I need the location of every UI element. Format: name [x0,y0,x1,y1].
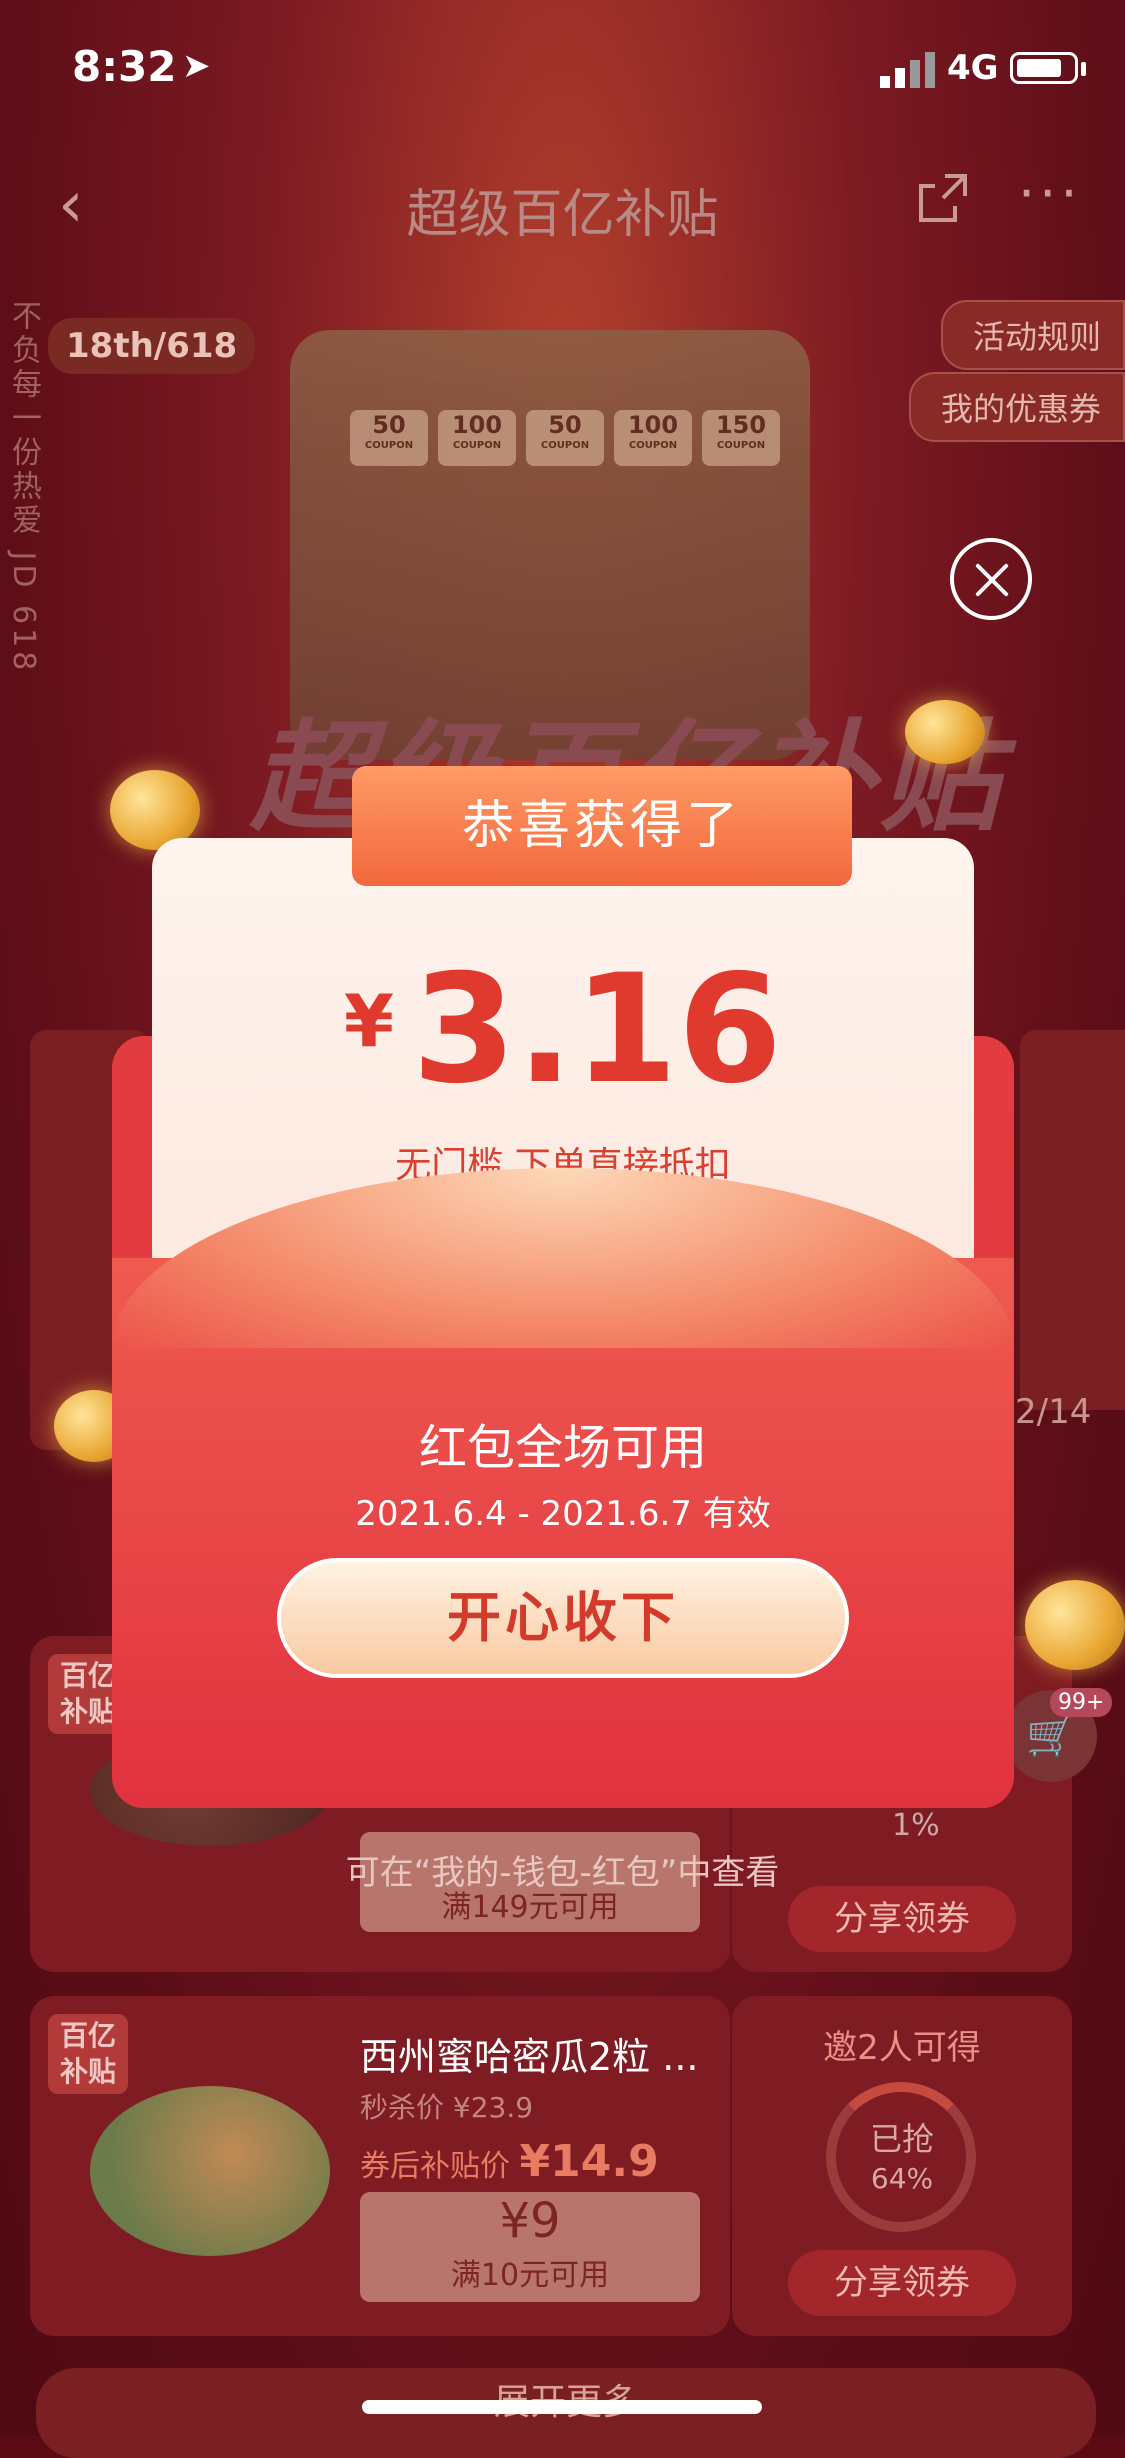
coin-decoration [1025,1580,1125,1670]
cart-badge: 99+ [1050,1688,1113,1717]
validity-date: 2021.6.4 - 2021.6.7 有效 [355,1494,771,1534]
wallet-hint: 可在“我的-钱包-红包”中查看 [345,1853,780,1893]
carousel-pager: 2/14 [1015,1392,1092,1432]
location-arrow-icon: ➤ [182,46,211,86]
network-type: 4G [947,48,999,88]
seckill-price: 秒杀价 ¥23.9 [360,2091,534,2124]
home-indicator [362,2400,762,2414]
product-card[interactable]: 百亿补贴 西州蜜哈密瓜2粒 ... 秒杀价 ¥23.9 券后补贴价 ¥14.9 … [30,1996,730,2336]
red-envelope: 红包全场可用 2021.6.4 - 2021.6.7 有效 开心收下 [112,1168,1014,1808]
voucher: ¥9 满10元可用 [360,2192,700,2302]
status-bar: 8:32 ➤ 4G [0,0,1125,140]
battery-icon [1010,52,1078,84]
carousel-next-card [1020,1030,1125,1410]
currency-symbol: ¥ [343,979,394,1063]
invite-text: 邀2人可得 [823,2028,981,2068]
after-coupon-price: 券后补贴价 ¥14.9 [360,2136,659,2187]
reward-amount: ¥3.16 [152,943,974,1117]
red-packet-modal: 恭喜获得了 ¥3.16 无门槛 下单直接抵扣 红包全场可用 2021.6.4 -… [112,766,1014,1808]
share-coupon-button[interactable]: 分享领券 [788,1886,1016,1952]
envelope-title: 红包全场可用 [418,1420,707,1476]
battery-tip [1081,62,1086,76]
amount-value: 3.16 [412,943,783,1117]
coupon-slot: 50 COUPON [526,410,604,466]
coupon-slot: 100 COUPON [614,410,692,466]
coupon-slot: 50 COUPON [350,410,428,466]
rules-button[interactable]: 活动规则 [940,300,1125,370]
product-image [90,2086,330,2256]
subsidy-badge: 百亿补贴 [48,2014,128,2094]
coupon-slot: 100 COUPON [438,410,516,466]
coupon-slot: 150 COUPON [702,410,780,466]
grabbed-percent: 64% [870,2162,934,2195]
my-coupons-button[interactable]: 我的优惠券 [908,372,1125,442]
share-icon[interactable] [915,170,971,226]
share-coupon-button[interactable]: 分享领券 [788,2250,1016,2316]
congrats-ribbon: 恭喜获得了 [352,766,852,886]
signal-icon [880,52,935,88]
progress-percent: 1% [892,1808,940,1843]
side-slogan: 不负每一份热爱 JD 618 [6,300,41,675]
close-icon[interactable] [950,538,1032,620]
nav-bar: ‹ 超级百亿补贴 ··· [0,150,1125,250]
status-time: 8:32 [72,42,177,91]
event-tag: 18th/618 [48,318,256,374]
coin-decoration [905,700,985,764]
share-card: 邀2人可得 已抢 64% 分享领券 [732,1996,1072,2336]
grabbed-label: 已抢 [869,2120,934,2158]
coupon-slots: 50 COUPON 100 COUPON 50 COUPON 100 COUPON 15… [350,410,780,466]
product-title: 西州蜜哈密瓜2粒 ... [360,2035,699,2079]
more-icon[interactable]: ··· [1018,162,1082,225]
accept-button[interactable]: 开心收下 [277,1558,849,1678]
